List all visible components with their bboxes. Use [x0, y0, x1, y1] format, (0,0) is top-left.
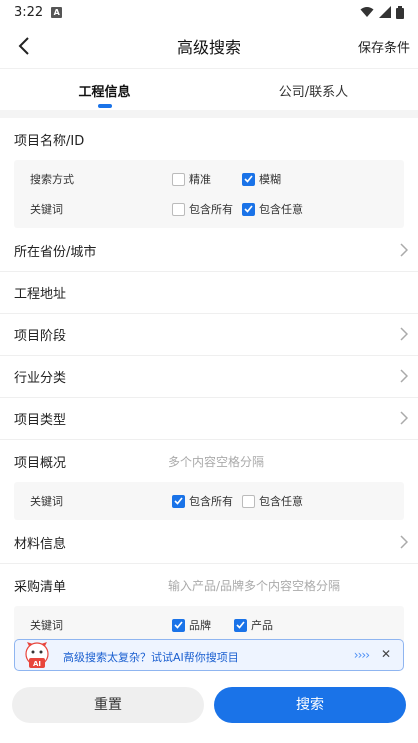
keyword-row: 关键词 包含所有 包含任意	[14, 486, 404, 516]
overview-options-panel: 关键词 包含所有 包含任意	[14, 482, 404, 520]
exact-checkbox[interactable]: 精准	[172, 171, 211, 187]
banner-text: 高级搜索太复杂？试试AI帮你搜项目	[63, 651, 239, 664]
wifi-icon	[360, 7, 374, 17]
contains-any-checkbox[interactable]: 包含任意	[242, 493, 303, 509]
brand-checkbox[interactable]: 品牌	[172, 617, 211, 633]
status-time: 3:22	[14, 4, 44, 20]
tab-label: 工程信息	[78, 85, 131, 100]
reset-button[interactable]: 重置	[12, 687, 204, 723]
industry-label: 行业分类	[14, 371, 67, 386]
keyword-label: 关键词	[30, 203, 63, 216]
province-city-label: 所在省份/城市	[14, 245, 97, 260]
overview-input[interactable]: 多个内容空格分隔	[168, 453, 264, 470]
chevron-right-icon	[400, 535, 408, 549]
material-label: 材料信息	[14, 537, 67, 552]
material-row[interactable]: 材料信息	[0, 522, 418, 564]
tab-project-info[interactable]: 工程信息	[0, 69, 209, 110]
option-label: 包含任意	[259, 203, 303, 216]
overview-row: 项目概况 多个内容空格分隔	[0, 440, 418, 482]
section-divider	[0, 110, 418, 118]
checkbox-checked-icon	[242, 202, 255, 216]
ai-mascot-icon: AI	[25, 642, 49, 668]
chevron-right-icon	[400, 327, 408, 341]
type-row[interactable]: 项目类型	[0, 398, 418, 440]
arrows-right-icon: ››››	[353, 648, 370, 662]
option-label: 模糊	[259, 173, 281, 186]
address-label: 工程地址	[14, 287, 67, 302]
checkbox-checked-icon	[172, 618, 185, 632]
page-title: 高级搜索	[176, 38, 241, 57]
type-label: 项目类型	[14, 413, 67, 428]
checkbox-empty-icon	[172, 172, 185, 186]
purchase-input[interactable]: 输入产品/品牌多个内容空格分隔	[168, 577, 340, 594]
search-form: 项目名称/ID 搜索方式 精准 模糊 关键词 包含所有 包含任意 所在省份/城市…	[0, 118, 418, 644]
status-icons	[360, 5, 404, 19]
fuzzy-checkbox[interactable]: 模糊	[242, 171, 281, 187]
province-city-row[interactable]: 所在省份/城市	[0, 230, 418, 272]
checkbox-checked-icon	[234, 618, 247, 632]
checkbox-checked-icon	[172, 494, 185, 508]
contains-any-checkbox[interactable]: 包含任意	[242, 201, 303, 217]
keyword-label: 关键词	[30, 619, 63, 632]
option-label: 包含所有	[189, 495, 233, 508]
checkbox-checked-icon	[242, 172, 255, 186]
tab-label: 公司/联系人	[278, 85, 349, 100]
tab-company-contact[interactable]: 公司/联系人	[209, 69, 418, 110]
chevron-right-icon	[400, 411, 408, 425]
tab-bar: 工程信息 公司/联系人	[0, 68, 418, 110]
project-name-options-panel: 搜索方式 精准 模糊 关键词 包含所有 包含任意	[14, 160, 404, 228]
keyword-label: 关键词	[30, 495, 63, 508]
stage-row[interactable]: 项目阶段	[0, 314, 418, 356]
keyword-row: 关键词 品牌 产品	[14, 610, 404, 640]
search-button[interactable]: 搜索	[214, 687, 406, 723]
close-icon[interactable]: ✕	[381, 647, 391, 661]
notification-a-icon: A	[51, 6, 63, 18]
status-bar: 3:22 A	[0, 0, 418, 24]
battery-icon	[396, 5, 404, 19]
option-label: 产品	[251, 619, 273, 632]
purchase-row: 采购清单 输入产品/品牌多个内容空格分隔	[0, 564, 418, 606]
contains-all-checkbox[interactable]: 包含所有	[172, 201, 233, 217]
bottom-action-bar: 重置 搜索	[0, 671, 418, 743]
chevron-right-icon	[400, 243, 408, 257]
stage-label: 项目阶段	[14, 329, 67, 344]
option-label: 包含任意	[259, 495, 303, 508]
project-name-row: 项目名称/ID	[0, 118, 418, 160]
tab-active-indicator	[97, 104, 112, 108]
contains-all-checkbox[interactable]: 包含所有	[172, 493, 233, 509]
address-row[interactable]: 工程地址	[0, 272, 418, 314]
search-mode-label: 搜索方式	[30, 173, 74, 186]
option-label: 包含所有	[189, 203, 233, 216]
purchase-label: 采购清单	[14, 579, 67, 595]
ai-badge-text: AI	[33, 660, 41, 668]
chevron-right-icon	[400, 369, 408, 383]
industry-row[interactable]: 行业分类	[0, 356, 418, 398]
signal-icon	[379, 6, 391, 18]
option-label: 精准	[189, 173, 211, 186]
nav-bar: 高级搜索 保存条件	[0, 24, 418, 68]
keyword-row: 关键词 包含所有 包含任意	[14, 194, 404, 224]
checkbox-empty-icon	[242, 494, 255, 508]
product-checkbox[interactable]: 产品	[234, 617, 273, 633]
search-mode-row: 搜索方式 精准 模糊	[14, 164, 404, 194]
ai-promo-banner[interactable]: AI 高级搜索太复杂？试试AI帮你搜项目 ›››› ✕	[14, 639, 404, 671]
option-label: 品牌	[189, 619, 211, 632]
save-conditions-button[interactable]: 保存条件	[358, 37, 410, 56]
overview-label: 项目概况	[14, 455, 67, 471]
project-name-label: 项目名称/ID	[14, 133, 85, 149]
checkbox-empty-icon	[172, 202, 185, 216]
